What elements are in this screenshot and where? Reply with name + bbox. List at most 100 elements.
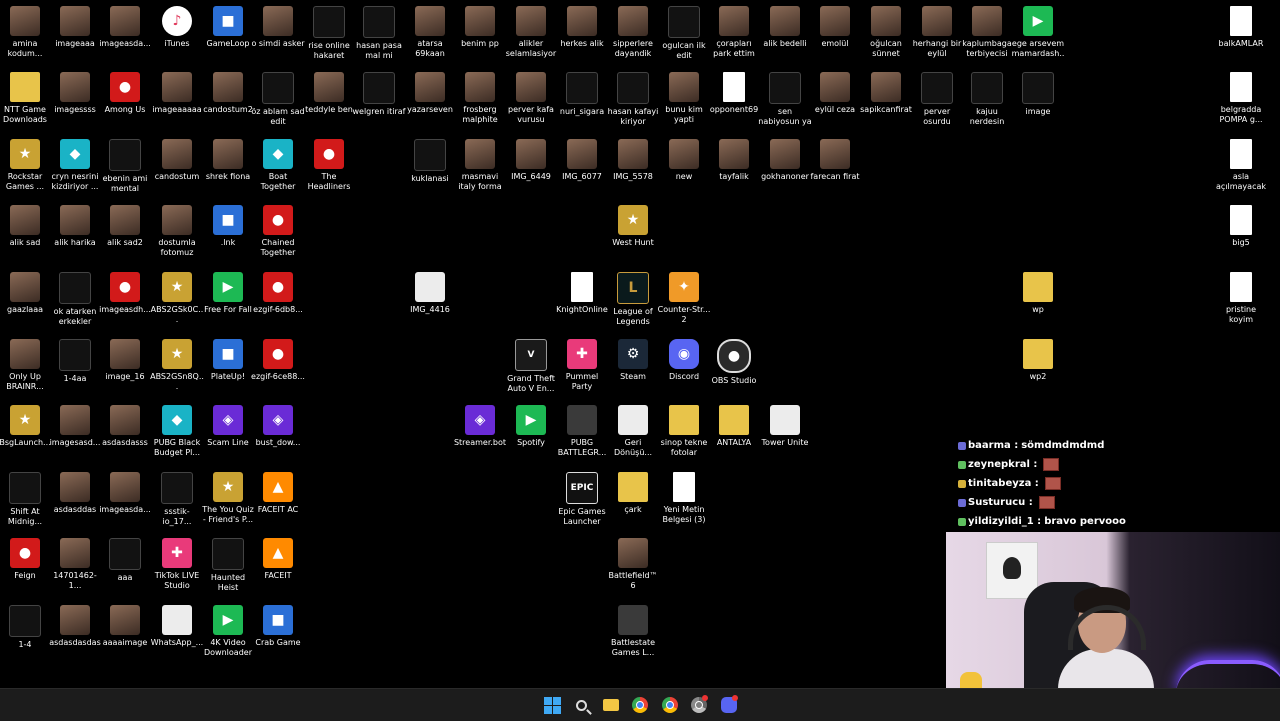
desktop-icon-hasan-pasa-mal-mi[interactable]: hasan pasa mal mi — [352, 6, 406, 61]
desktop-icon-pummel-party[interactable]: ✚ Pummel Party — [555, 339, 609, 392]
desktop-icon-perver-osurdu[interactable]: perver osurdu — [910, 72, 964, 127]
desktop-icon-imageasda[interactable]: imageasda... — [98, 472, 152, 515]
desktop-icon-grand-theft-auto-v-en[interactable]: V Grand Theft Auto V En... — [504, 339, 558, 394]
desktop-icon-herhangi-bir-eyl-l[interactable]: herhangi bir eylül — [910, 6, 964, 59]
desktop-icon-aaaaimage[interactable]: aaaaimage — [98, 605, 152, 648]
desktop-icon-frosberg-malphite[interactable]: frosberg malphite — [453, 72, 507, 125]
desktop-icon-geri-d-n[interactable]: Geri Dönüşü... — [606, 405, 660, 458]
desktop-icon-oraplar-park-ettim[interactable]: çorapları park ettim — [707, 6, 761, 59]
desktop-icon-image-16[interactable]: image_16 — [98, 339, 152, 382]
desktop-icon-herkes-alik[interactable]: herkes alik — [555, 6, 609, 49]
desktop-icon-west-hunt[interactable]: ★ West Hunt — [606, 205, 660, 248]
desktop-icon-ogulcan-ilk-edit[interactable]: ogulcan ilk edit — [657, 6, 711, 61]
desktop-icon-atarsa-69kaan[interactable]: atarsa 69kaan — [403, 6, 457, 59]
desktop-icon-league-of-legends[interactable]: L League of Legends — [606, 272, 660, 327]
desktop-icon-ok-atarken-erkekler[interactable]: ok atarken erkekler — [48, 272, 102, 327]
desktop-icon-among-us[interactable]: ● Among Us — [98, 72, 152, 115]
desktop-icon-kuklanasi[interactable]: kuklanasi — [403, 139, 457, 184]
desktop-icon-teddyle-ben[interactable]: teddyle ben — [302, 72, 356, 115]
desktop-icon-ezgif-6ce88[interactable]: ● ezgif-6ce88... — [251, 339, 305, 382]
desktop-icon-nuri-sigara[interactable]: nuri_sigara — [555, 72, 609, 117]
desktop-icon-perver-kafa-vurusu[interactable]: perver kafa vurusu — [504, 72, 558, 125]
desktop-icon-hasan-kafayi-kiriyor[interactable]: hasan kafayi kiriyor — [606, 72, 660, 127]
search-button[interactable] — [571, 695, 591, 715]
discord-taskbar-button[interactable] — [719, 695, 739, 715]
desktop-icon-battlefield-6[interactable]: Battlefield™ 6 — [606, 538, 660, 591]
desktop-icon-feign[interactable]: ● Feign — [0, 538, 52, 581]
desktop-icon-alik-sad2[interactable]: alik sad2 — [98, 205, 152, 248]
desktop-icon-discord[interactable]: ◉ Discord — [657, 339, 711, 382]
desktop-icon-yazarseven[interactable]: yazarseven — [403, 72, 457, 115]
file-explorer-button[interactable] — [601, 695, 621, 715]
desktop-icon-imagessss[interactable]: imagessss — [48, 72, 102, 115]
desktop-icon-sipperlere-dayandik[interactable]: sipperlere dayandik — [606, 6, 660, 59]
desktop-icon-only-up-brainr[interactable]: Only Up BRAINR... — [0, 339, 52, 392]
chrome-dev-button[interactable] — [689, 695, 709, 715]
desktop-icon-wp[interactable]: wp — [1011, 272, 1065, 315]
desktop-icon-ege-arsevem-mamardash[interactable]: ▶ ege arsevem mamardash... — [1011, 6, 1065, 59]
desktop-icon-emol-l[interactable]: emolül — [808, 6, 862, 49]
desktop-icon-imagesasd[interactable]: imagesasd... — [48, 405, 102, 448]
desktop-icon-scam-line[interactable]: ◈ Scam Line — [201, 405, 255, 448]
desktop-icon-bunu-kim-yapti[interactable]: bunu kim yapti — [657, 72, 711, 125]
desktop-icon-big5[interactable]: big5 — [1214, 205, 1268, 248]
desktop-icon-the-you-quiz-friend-s-p[interactable]: ★ The You Quiz - Friend's P... — [201, 472, 255, 525]
desktop-icon-chained-together[interactable]: ● Chained Together — [251, 205, 305, 258]
desktop-icon-belgradda-pompa-g[interactable]: belgradda POMPA g... — [1214, 72, 1268, 125]
desktop-icon-amina-kodum[interactable]: amina kodum... — [0, 6, 52, 59]
desktop-icon-bsglaunch[interactable]: ★ BsgLaunch... — [0, 405, 52, 448]
desktop-icon-pubg-black-budget-pl[interactable]: ◆ PUBG Black Budget Pl... — [150, 405, 204, 458]
desktop-icon-img-4416[interactable]: IMG_4416 — [403, 272, 457, 315]
desktop-icon-img-6449[interactable]: IMG_6449 — [504, 139, 558, 182]
desktop-icon-asdasdasdas[interactable]: asdasdasdas — [48, 605, 102, 648]
desktop-icon-ezgif-6db8[interactable]: ● ezgif-6db8... — [251, 272, 305, 315]
desktop-icon-sen-nabiyosun-ya[interactable]: sen nabiyosun ya — [758, 72, 812, 127]
desktop-icon-balkamlar[interactable]: balkAMLAR — [1214, 6, 1268, 49]
desktop-icon-battlestate-games-l[interactable]: Battlestate Games L... — [606, 605, 660, 658]
desktop-icon-gaazlaaa[interactable]: gaazlaaa — [0, 272, 52, 315]
desktop-icon-1-4[interactable]: 1-4 — [0, 605, 52, 650]
desktop-icon-imageasdh[interactable]: ● imageasdh... — [98, 272, 152, 315]
desktop-icon-lnk[interactable]: ■ .lnk — [201, 205, 255, 248]
start-button[interactable] — [542, 695, 562, 715]
desktop-icon-tayfalik[interactable]: tayfalik — [707, 139, 761, 182]
desktop-icon-asdasdasss[interactable]: asdasdasss — [98, 405, 152, 448]
desktop-icon-gokhanoner[interactable]: gokhanoner — [758, 139, 812, 182]
desktop-icon-image[interactable]: image — [1011, 72, 1065, 117]
desktop-icon-kaplumbaga-terbiyecisi[interactable]: kaplumbaga terbiyecisi — [960, 6, 1014, 59]
desktop-icon-alikler-selamlasiyor[interactable]: alikler selamlasiyor — [504, 6, 558, 59]
desktop-icon-alik-bedelli[interactable]: alik bedelli — [758, 6, 812, 49]
desktop-icon-img-5578[interactable]: IMG_5578 — [606, 139, 660, 182]
desktop-icon-imageasda[interactable]: imageasda... — [98, 6, 152, 49]
desktop-icon-shrek-fiona[interactable]: shrek fiona — [201, 139, 255, 182]
desktop-icon-asla-a-lmayacak[interactable]: asla açılmayacak — [1214, 139, 1268, 192]
desktop-icon-alik-harika[interactable]: alik harika — [48, 205, 102, 248]
desktop-icon-ssstik-io-17[interactable]: ssstik-io_17... — [150, 472, 204, 527]
desktop-icon-gameloop[interactable]: ■ GameLoop — [201, 6, 255, 49]
desktop-icon-alik-sad[interactable]: alik sad — [0, 205, 52, 248]
desktop-icon-o-simdi-asker[interactable]: o simdi asker — [251, 6, 305, 49]
desktop-icon-pristine-koyim[interactable]: pristine koyim — [1214, 272, 1268, 325]
desktop-icon-z-ablam-sad-edit[interactable]: öz ablam sad edit — [251, 72, 305, 127]
desktop-icon-itunes[interactable]: ♪ iTunes — [150, 6, 204, 49]
desktop-icon-kajuu-nerdesin[interactable]: kajuu nerdesin — [960, 72, 1014, 127]
desktop-icon-abs2gsk0c[interactable]: ★ ABS2GSk0C... — [150, 272, 204, 325]
desktop-icon-bust-dow[interactable]: ◈ bust_dow... — [251, 405, 305, 448]
desktop-icon-plateup[interactable]: ■ PlateUp! — [201, 339, 255, 382]
desktop-icon-shift-at-midnig[interactable]: Shift At Midnig... — [0, 472, 52, 527]
desktop-icon-ark[interactable]: çark — [606, 472, 660, 515]
desktop-icon-asdasddas[interactable]: asdasddas — [48, 472, 102, 515]
desktop-icon-imageaaa[interactable]: imageaaa — [48, 6, 102, 49]
desktop-icon-boat-together[interactable]: ◆ Boat Together — [251, 139, 305, 192]
desktop-icon-faceit[interactable]: ▲ FACEIT — [251, 538, 305, 581]
desktop-icon-sinop-tekne-fotolar[interactable]: sinop tekne fotolar — [657, 405, 711, 458]
desktop-icon-crab-game[interactable]: ■ Crab Game — [251, 605, 305, 648]
desktop-icon-dostumla-fotomuz[interactable]: dostumla fotomuz — [150, 205, 204, 258]
desktop-icon-obs-studio[interactable]: ● OBS Studio — [707, 339, 761, 386]
desktop-icon-whatsapp[interactable]: WhatsApp_... — [150, 605, 204, 648]
desktop-icon-farecan-firat[interactable]: farecan firat — [808, 139, 862, 182]
desktop-icon-aaa[interactable]: aaa — [98, 538, 152, 583]
desktop-icon-streamer-bot[interactable]: ◈ Streamer.bot — [453, 405, 507, 448]
desktop-icon-epic-games-launcher[interactable]: EPIC Epic Games Launcher — [555, 472, 609, 527]
desktop-icon-tower-unite[interactable]: Tower Unite — [758, 405, 812, 448]
